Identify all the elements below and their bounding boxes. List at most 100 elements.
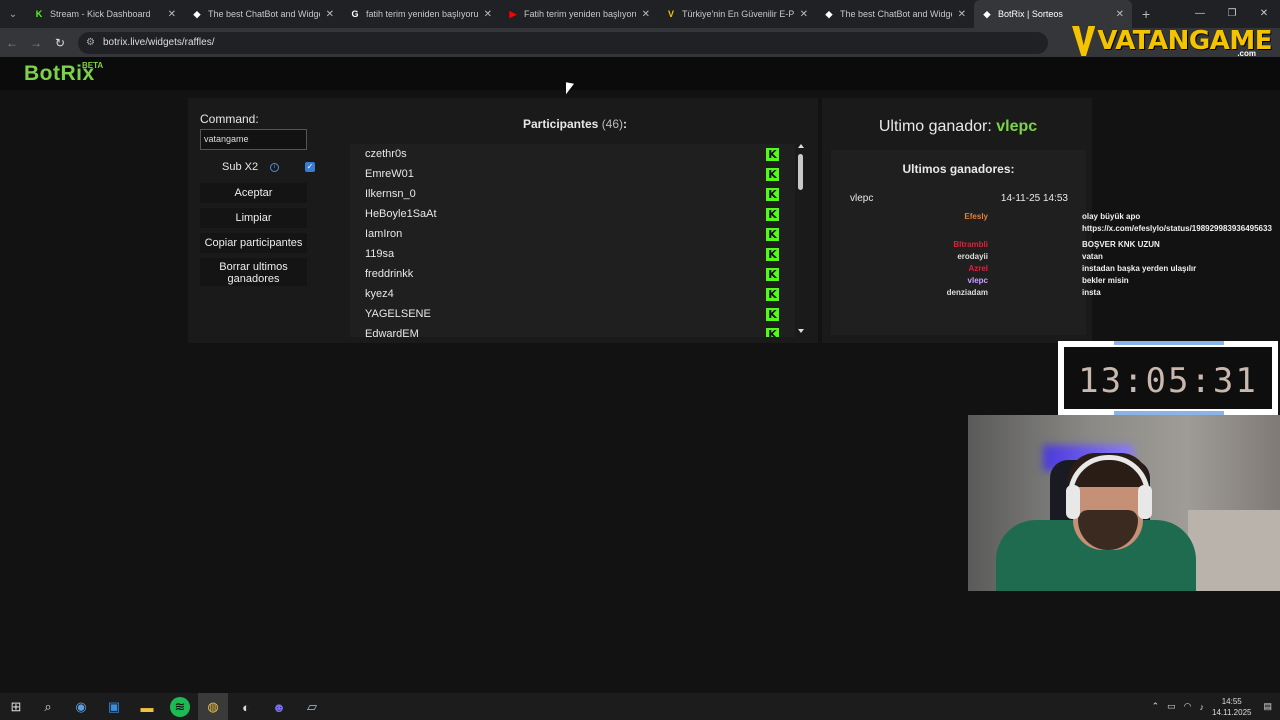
participant-name: EmreW01 <box>365 168 414 180</box>
list-item: Ilkernsn_0 K <box>350 184 795 204</box>
tray-time: 14:55 <box>1221 696 1242 706</box>
list-item: YAGELSENE K <box>350 304 795 324</box>
chat-text: olay büyük apo <box>1082 212 1141 221</box>
participants-count: (46) <box>601 117 624 131</box>
chat-text: bekler misin <box>1082 276 1129 285</box>
reload-icon[interactable]: ↻ <box>48 36 72 50</box>
chat-username: erodayii <box>957 252 988 261</box>
participant-name: freddrinkk <box>365 268 414 280</box>
scroll-up-arrow-icon[interactable] <box>798 144 804 148</box>
chat-text: insta <box>1082 288 1101 297</box>
discord-icon[interactable]: ☻ <box>269 697 289 717</box>
chat-username: Bltrambli <box>953 240 988 249</box>
copy-participants-button[interactable]: Copiar participantes <box>200 233 307 253</box>
close-tab-icon[interactable]: ✕ <box>1116 9 1124 20</box>
kick-icon: K <box>766 207 779 221</box>
sub-x2-checkbox[interactable]: ✓ <box>305 162 315 172</box>
volume-icon[interactable]: ♪ <box>1200 702 1205 712</box>
close-tab-icon[interactable]: ✕ <box>168 9 176 20</box>
clear-button[interactable]: Limpiar <box>200 208 307 228</box>
close-tab-icon[interactable]: ✕ <box>642 9 650 20</box>
participant-name: 119sa <box>365 248 395 260</box>
browser-tab[interactable]: K Stream - Kick Dashboard ✕ <box>26 0 184 28</box>
browser-tab[interactable]: V Türkiye'nin En Güvenilir E-Pin ve ✕ <box>658 0 816 28</box>
chat-username: Azrel <box>968 264 988 273</box>
participant-name: HeBoyle1SaAt <box>365 208 437 220</box>
vatangame-v-icon <box>1072 26 1096 56</box>
participant-name: kyez4 <box>365 288 394 300</box>
app-icon[interactable]: ▱ <box>302 697 322 717</box>
store-icon[interactable]: ▣ <box>104 697 124 717</box>
winners-list-title: Ultimos ganadores: <box>902 162 1015 176</box>
notification-icon[interactable]: ▤ <box>1263 701 1272 712</box>
clock-time: 13:05:31 <box>1078 361 1258 401</box>
command-label: Command: <box>200 112 259 126</box>
browser-tab-label: The best ChatBot and Widgets <box>840 9 952 19</box>
browser-tab[interactable]: Gfatih terim yeniden başlıyoruz ✕ <box>342 0 500 28</box>
spotify-icon[interactable]: ≋ <box>170 697 190 717</box>
tab-search-chevron-icon[interactable]: ⌄ <box>0 0 26 28</box>
winner-date: 14-11-25 14:53 <box>1000 193 1068 204</box>
browser-tab-label: fatih terim yeniden başlıyoruz <box>366 9 478 19</box>
close-tab-icon[interactable]: ✕ <box>958 9 966 20</box>
site-settings-icon[interactable]: ⚙ <box>86 37 95 48</box>
chat-text: instadan başka yerden ulaşılır <box>1082 264 1197 273</box>
close-tab-icon[interactable]: ✕ <box>484 9 492 20</box>
list-item: czethr0s K <box>350 144 795 164</box>
participant-name: EdwardEM <box>365 328 419 337</box>
raffle-panel: Command: vatangame Sub X2 i ✓ Aceptar Li… <box>188 98 818 343</box>
steam-icon[interactable]: ◉ <box>71 697 91 717</box>
new-tab-button[interactable]: + <box>1132 6 1160 22</box>
forward-arrow-icon[interactable]: → <box>24 36 48 50</box>
botrix-icon: ◆ <box>983 9 991 19</box>
participants-list[interactable]: czethr0s K EmreW01 K Ilkernsn_0 K HeBoyle1SaAt… <box>350 144 795 337</box>
clock-accent-top <box>1114 341 1224 345</box>
search-icon[interactable]: ⌕ <box>38 697 58 717</box>
windows-start-icon[interactable]: ⊞ <box>6 697 26 717</box>
clock-widget: 13:05:31 <box>1058 341 1278 415</box>
headphones-right-cup <box>1138 485 1152 519</box>
url-input[interactable]: ⚙ botrix.live/widgets/raffles/ <box>78 31 1048 54</box>
participants-title-text: Participantes <box>522 117 599 131</box>
obs-icon[interactable]: ◐ <box>236 697 256 717</box>
sub-x2-label: Sub X2 <box>222 161 259 173</box>
browser-tab[interactable]: ◆ The best ChatBot and Widgets ✕ <box>184 0 342 28</box>
delete-last-winners-button[interactable]: Borrar ultimos ganadores <box>200 258 307 286</box>
scroll-down-arrow-icon[interactable] <box>798 329 804 333</box>
vatangame-icon: V <box>667 9 674 19</box>
chat-username: Efesly <box>964 212 988 221</box>
scroll-thumb[interactable] <box>798 154 803 190</box>
close-tab-icon[interactable]: ✕ <box>326 9 334 20</box>
tray-chevron-icon[interactable]: ⌃ <box>1152 701 1160 712</box>
last-winner-label: Ultimo ganador: <box>878 118 992 135</box>
accept-button[interactable]: Aceptar <box>200 183 307 203</box>
file-explorer-icon[interactable]: ▬ <box>137 697 157 717</box>
chrome-icon[interactable]: ◍ <box>203 697 223 717</box>
close-tab-icon[interactable]: ✕ <box>800 9 808 20</box>
browser-tab-label: The best ChatBot and Widgets <box>208 9 320 19</box>
vatangame-logo: VATANGAME .com <box>1072 24 1272 58</box>
chat-text: https://x.com/efeslylo/status/1989299839… <box>1082 224 1272 233</box>
google-icon: G <box>351 9 359 19</box>
list-item: 119sa K <box>350 244 795 264</box>
browser-tab-label: BotRix | Sorteos <box>998 9 1063 19</box>
wifi-icon[interactable]: ◠ <box>1184 701 1192 712</box>
network-icon[interactable]: ▭ <box>1167 701 1176 712</box>
mouse-cursor-icon <box>566 82 574 96</box>
kick-icon: K <box>766 287 779 301</box>
participant-name: IamIron <box>365 228 403 240</box>
kick-icon: K <box>766 227 779 241</box>
chat-text: vatan <box>1082 252 1103 261</box>
command-input[interactable]: vatangame <box>200 129 307 150</box>
list-item: HeBoyle1SaAt K <box>350 204 795 224</box>
participant-name: Ilkernsn_0 <box>365 188 416 200</box>
participants-scrollbar[interactable] <box>798 144 806 337</box>
winner-row: vlepc 14-11-25 14:53 <box>850 193 1068 204</box>
back-arrow-icon[interactable]: ← <box>0 36 24 50</box>
tray-clock[interactable]: 14:55 14.11.2025 <box>1212 696 1251 718</box>
browser-tab[interactable]: ▶ Fatih terim yeniden başlıyoruz ✕ <box>500 0 658 28</box>
info-icon[interactable]: i <box>270 162 280 172</box>
browser-tab[interactable]: ◆ The best ChatBot and Widgets ✕ <box>816 0 974 28</box>
clock-face: 13:05:31 <box>1064 347 1272 409</box>
participant-name: YAGELSENE <box>365 308 431 320</box>
